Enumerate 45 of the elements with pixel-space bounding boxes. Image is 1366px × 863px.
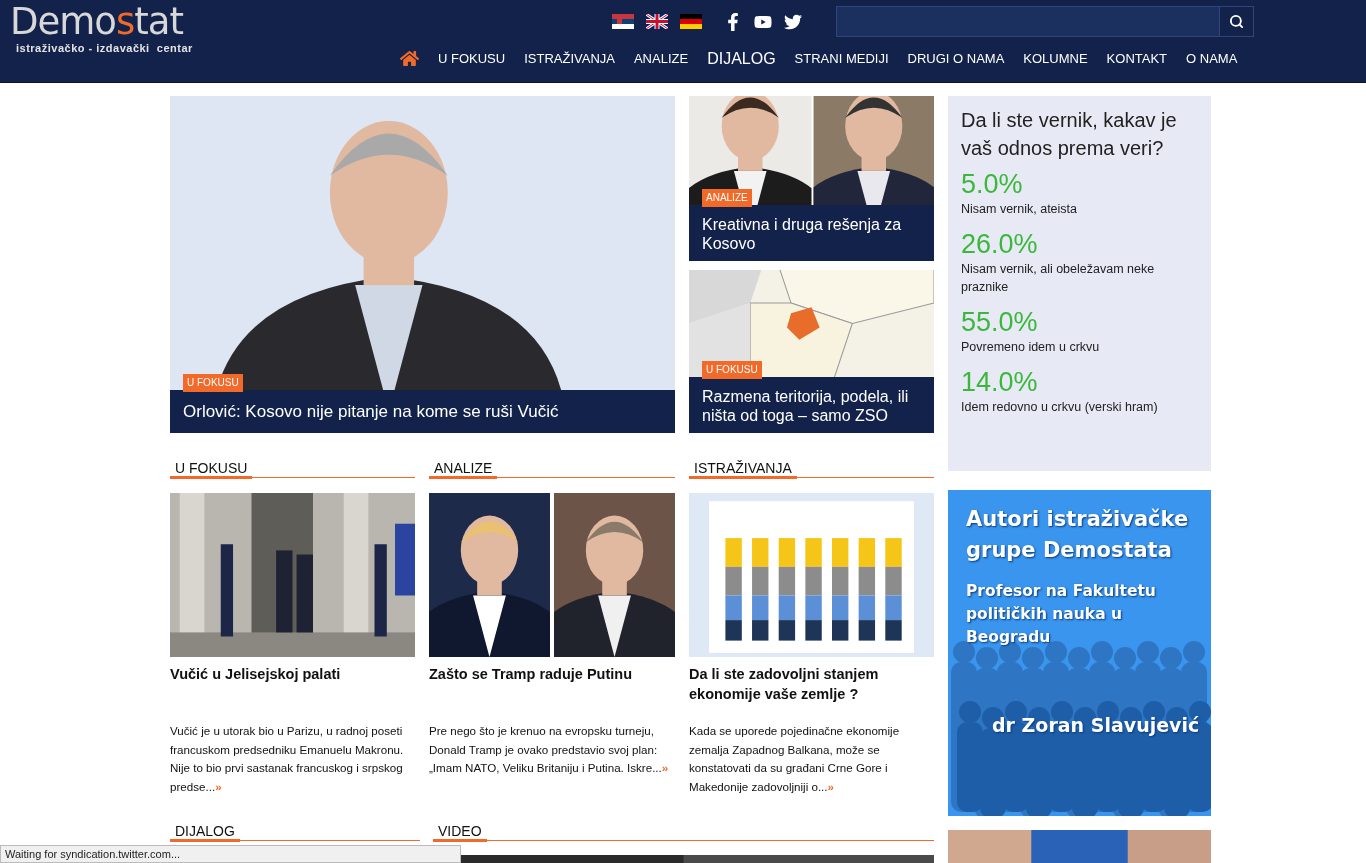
article-excerpt: Kada se uporede pojedinačne ekonomije zemalja Zapadnog Balkana, može se konstatovati da su građani Crne Gore i Makedonije zadovoljniji o...» <box>689 723 901 795</box>
nav-link[interactable]: KONTAKT <box>1106 51 1168 66</box>
section-heading[interactable]: VIDEO <box>433 823 487 842</box>
nav-link[interactable]: DIJALOG <box>707 49 776 68</box>
twitter-icon[interactable] <box>784 12 802 31</box>
poll-answer: Povremeno idem u crkvu <box>961 339 1101 356</box>
poll-question: Da li ste vernik, kakav je vaš odnos prema veri? <box>961 108 1178 161</box>
article-title[interactable]: Zašto se Tramp raduje Putinu <box>429 664 675 684</box>
banner-name: dr Zoran Slavujević <box>992 714 1201 736</box>
poll-answer: Idem redovno u crkvu (verski hram) <box>961 399 1159 416</box>
banner-subtitle: Profesor na Fakultetu političkih nauka u Beogradu <box>966 581 1157 648</box>
nav-link[interactable]: DRUGI O NAMA <box>907 51 1005 66</box>
poll-percent: 5.0% <box>961 168 1024 200</box>
article-excerpt: Vučić je u utorak bio u Parizu, u radnoj poseti francuskom predsedniku Emanuelu Makronu. Nije to bio prvi sastanak francuskog i srpskog predse...» <box>170 723 405 795</box>
banner[interactable]: Autori istraživačke grupe Demostata Profesor na Fakultetu političkih nauka u Beogradu dr Zoran Slavujević <box>948 490 1211 816</box>
article-title[interactable]: Vučić u Jelisejskoj palati <box>170 664 415 684</box>
search-icon <box>1229 14 1244 29</box>
section-heading[interactable]: ISTRAŽIVANJA <box>689 460 797 479</box>
banner-title: Autori istraživačke grupe Demostata <box>966 506 1190 564</box>
story-card[interactable]: U FOKUSU Razmena teritorija, podela, ili ništa od toga – samo ZSO <box>689 270 934 433</box>
flag-icon[interactable] <box>680 14 702 29</box>
section-heading[interactable]: U FOKUSU <box>170 460 253 479</box>
nav-link[interactable]: U FOKUSU <box>438 51 506 66</box>
status-bar: Waiting for syndication.twitter.com... <box>0 845 461 863</box>
nav-link[interactable]: KOLUMNE <box>1023 51 1088 66</box>
article-title[interactable]: Da li ste zadovoljni stanjem ekonomije vaše zemlje ? <box>689 664 934 704</box>
nav-link[interactable]: ANALIZE <box>633 51 689 66</box>
search-field[interactable] <box>836 6 1254 37</box>
logo-tagline: istraživačko - izdavački centar <box>16 42 194 54</box>
poll-percent: 55.0% <box>961 306 1039 338</box>
poll-answer: Nisam vernik, ateista <box>961 201 1078 218</box>
home-icon[interactable] <box>400 49 419 68</box>
article-excerpt: Pre nego što je krenuo na evropsku turneju, Donald Tramp je ovako predstavio svoj plan: „Imam NATO, Veliku Britaniju i Putina. Iskre...» <box>429 723 670 776</box>
poll-percent: 26.0% <box>961 228 1039 260</box>
poll-percent: 14.0% <box>961 366 1039 398</box>
section-heading[interactable]: ANALIZE <box>429 460 498 479</box>
nav-link[interactable]: ISTRAŽIVANJA <box>524 51 615 66</box>
flag-icon[interactable] <box>612 14 634 29</box>
hero-story[interactable]: U FOKUSU Orlović: Kosovo nije pitanje na kome se ruši Vučić <box>170 96 675 433</box>
site-logo[interactable]: Demostat <box>10 2 400 42</box>
nav-link[interactable]: STRANI MEDIJI <box>794 51 889 66</box>
nav-link[interactable]: O NAMA <box>1186 51 1238 66</box>
flag-icon[interactable] <box>646 14 668 29</box>
poll-answer: Nisam vernik, ali obeležavam neke praznike <box>961 261 1156 296</box>
section-heading[interactable]: DIJALOG <box>170 823 240 842</box>
